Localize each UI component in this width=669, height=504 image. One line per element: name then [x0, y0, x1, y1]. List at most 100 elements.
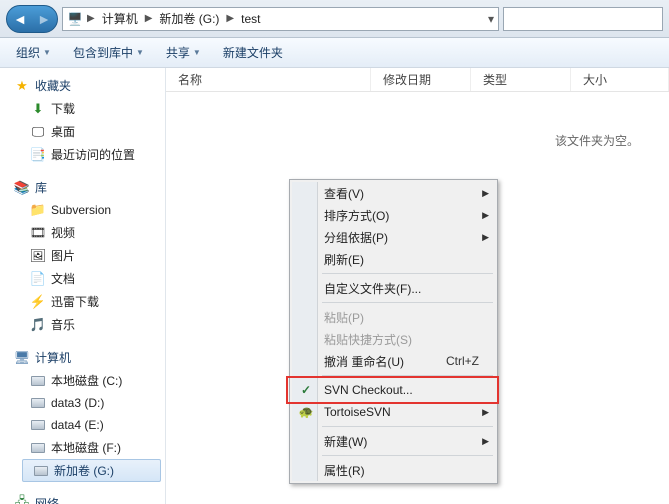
recent-icon: 📑: [30, 147, 46, 163]
sidebar-network[interactable]: 🖧 网络: [0, 492, 165, 504]
sidebar-item-label: 桌面: [51, 123, 75, 140]
submenu-arrow-icon: ▶: [482, 210, 489, 221]
menu-label: 刷新(E): [324, 251, 364, 268]
menu-separator: [322, 375, 493, 376]
menu-label: 查看(V): [324, 185, 364, 202]
chevron-down-icon: ▼: [136, 48, 144, 57]
column-type[interactable]: 类型: [471, 68, 571, 91]
sidebar-item-label: 新加卷 (G:): [54, 462, 114, 479]
sidebar-item-drive-g[interactable]: 新加卷 (G:): [22, 459, 161, 482]
picture-icon: 🖼: [30, 248, 46, 264]
menu-tortoisesvn[interactable]: 🐢TortoiseSVN▶: [292, 401, 495, 423]
sidebar-item-subversion[interactable]: 📁Subversion: [0, 199, 165, 221]
chevron-right-icon: ▶: [85, 13, 97, 24]
toolbar-label: 组织: [16, 44, 40, 61]
sidebar-item-label: 最近访问的位置: [51, 146, 135, 163]
sidebar-item-label: 图片: [51, 247, 75, 264]
menu-label: 自定义文件夹(F)...: [324, 280, 421, 297]
column-name[interactable]: 名称: [166, 68, 371, 91]
svn-checkout-icon: ✓: [298, 382, 314, 398]
network-icon: 🖧: [14, 496, 30, 504]
sidebar-item-drive-f[interactable]: 本地磁盘 (F:): [0, 436, 165, 459]
menu-label: 排序方式(O): [324, 207, 389, 224]
sidebar-item-label: Subversion: [51, 203, 111, 217]
sidebar-item-label: 本地磁盘 (F:): [51, 439, 121, 456]
sidebar-item-label: data3 (D:): [51, 396, 104, 410]
drive-icon: [33, 463, 49, 479]
tortoisesvn-icon: 🐢: [298, 404, 314, 420]
share-menu[interactable]: 共享▼: [158, 41, 209, 64]
menu-separator: [322, 302, 493, 303]
breadcrumb-part[interactable]: 新加卷 (G:): [156, 8, 222, 29]
sidebar-item-videos[interactable]: 🎞视频: [0, 221, 165, 244]
sidebar-label: 库: [35, 179, 47, 196]
submenu-arrow-icon: ▶: [482, 436, 489, 447]
chevron-right-icon: ▶: [143, 13, 155, 24]
sidebar-item-drive-d[interactable]: data3 (D:): [0, 392, 165, 414]
column-label: 大小: [583, 71, 607, 88]
sidebar-item-label: 本地磁盘 (C:): [51, 372, 122, 389]
menu-customize-folder[interactable]: 自定义文件夹(F)...: [292, 277, 495, 299]
nav-buttons: ◄ ►: [6, 5, 58, 33]
submenu-arrow-icon: ▶: [482, 188, 489, 199]
column-size[interactable]: 大小: [571, 68, 669, 91]
sidebar-label: 收藏夹: [35, 77, 71, 94]
favorites-group: ★ 收藏夹 ⬇ 下载 🖵桌面 📑 最近访问的位置: [0, 74, 165, 166]
menu-sort[interactable]: 排序方式(O) ▶: [292, 204, 495, 226]
menu-new[interactable]: 新建(W)▶: [292, 430, 495, 452]
chevron-down-icon: ▼: [193, 48, 201, 57]
menu-properties[interactable]: 属性(R): [292, 459, 495, 481]
menu-paste-shortcut: 粘贴快捷方式(S): [292, 328, 495, 350]
toolbar-label: 新建文件夹: [223, 44, 283, 61]
column-label: 类型: [483, 71, 507, 88]
back-button[interactable]: ◄: [8, 7, 32, 31]
sidebar-item-label: 下载: [51, 100, 75, 117]
menu-view[interactable]: 查看(V) ▶: [292, 182, 495, 204]
menu-svn-checkout[interactable]: ✓SVN Checkout...: [292, 379, 495, 401]
sidebar-item-label: 音乐: [51, 316, 75, 333]
forward-button[interactable]: ►: [32, 7, 56, 31]
organize-menu[interactable]: 组织▼: [8, 41, 59, 64]
download-icon: ⬇: [30, 101, 46, 117]
star-icon: ★: [14, 78, 30, 94]
sidebar-libraries[interactable]: 📚库: [0, 176, 165, 199]
sidebar-item-documents[interactable]: 📄文档: [0, 267, 165, 290]
drive-icon: [30, 440, 46, 456]
sidebar-item-drive-c[interactable]: 本地磁盘 (C:): [0, 369, 165, 392]
sidebar-item-drive-e[interactable]: data4 (E:): [0, 414, 165, 436]
search-input[interactable]: [503, 7, 663, 31]
sidebar-item-pictures[interactable]: 🖼 图片: [0, 244, 165, 267]
computer-icon: 🖥️: [67, 11, 83, 27]
menu-shortcut: Ctrl+Z: [446, 354, 479, 368]
new-folder-button[interactable]: 新建文件夹: [215, 41, 291, 64]
sidebar-label: 网络: [35, 495, 59, 504]
sidebar-item-music[interactable]: 🎵音乐: [0, 313, 165, 336]
toolbar-label: 共享: [166, 44, 190, 61]
sidebar-item-downloads[interactable]: ⬇ 下载: [0, 97, 165, 120]
menu-refresh[interactable]: 刷新(E): [292, 248, 495, 270]
chevron-down-icon[interactable]: ▾: [488, 12, 494, 26]
sidebar-item-recent[interactable]: 📑 最近访问的位置: [0, 143, 165, 166]
toolbar-label: 包含到库中: [73, 44, 133, 61]
download-icon: ⚡: [30, 294, 46, 310]
computer-group: 🖥计算机 本地磁盘 (C:) data3 (D:) data4 (E:) 本地磁…: [0, 346, 165, 482]
column-label: 名称: [178, 71, 202, 88]
menu-undo-rename[interactable]: 撤消 重命名(U)Ctrl+Z: [292, 350, 495, 372]
sidebar-item-desktop[interactable]: 🖵桌面: [0, 120, 165, 143]
menu-group[interactable]: 分组依据(P)▶: [292, 226, 495, 248]
drive-icon: [30, 395, 46, 411]
sidebar-computer[interactable]: 🖥计算机: [0, 346, 165, 369]
menu-label: 粘贴快捷方式(S): [324, 331, 412, 348]
menu-label: 属性(R): [324, 462, 365, 479]
address-bar: ◄ ► 🖥️ ▶ 计算机 ▶ 新加卷 (G:) ▶ test ▾: [0, 0, 669, 38]
include-menu[interactable]: 包含到库中▼: [65, 41, 152, 64]
drive-icon: [30, 373, 46, 389]
column-date[interactable]: 修改日期: [371, 68, 471, 91]
breadcrumb-part[interactable]: test: [238, 10, 263, 28]
document-icon: 📄: [30, 271, 46, 287]
breadcrumb-part[interactable]: 计算机: [99, 8, 141, 29]
sidebar-favorites[interactable]: ★ 收藏夹: [0, 74, 165, 97]
chevron-down-icon: ▼: [43, 48, 51, 57]
breadcrumb[interactable]: 🖥️ ▶ 计算机 ▶ 新加卷 (G:) ▶ test ▾: [62, 7, 499, 31]
sidebar-item-thunder[interactable]: ⚡迅雷下载: [0, 290, 165, 313]
